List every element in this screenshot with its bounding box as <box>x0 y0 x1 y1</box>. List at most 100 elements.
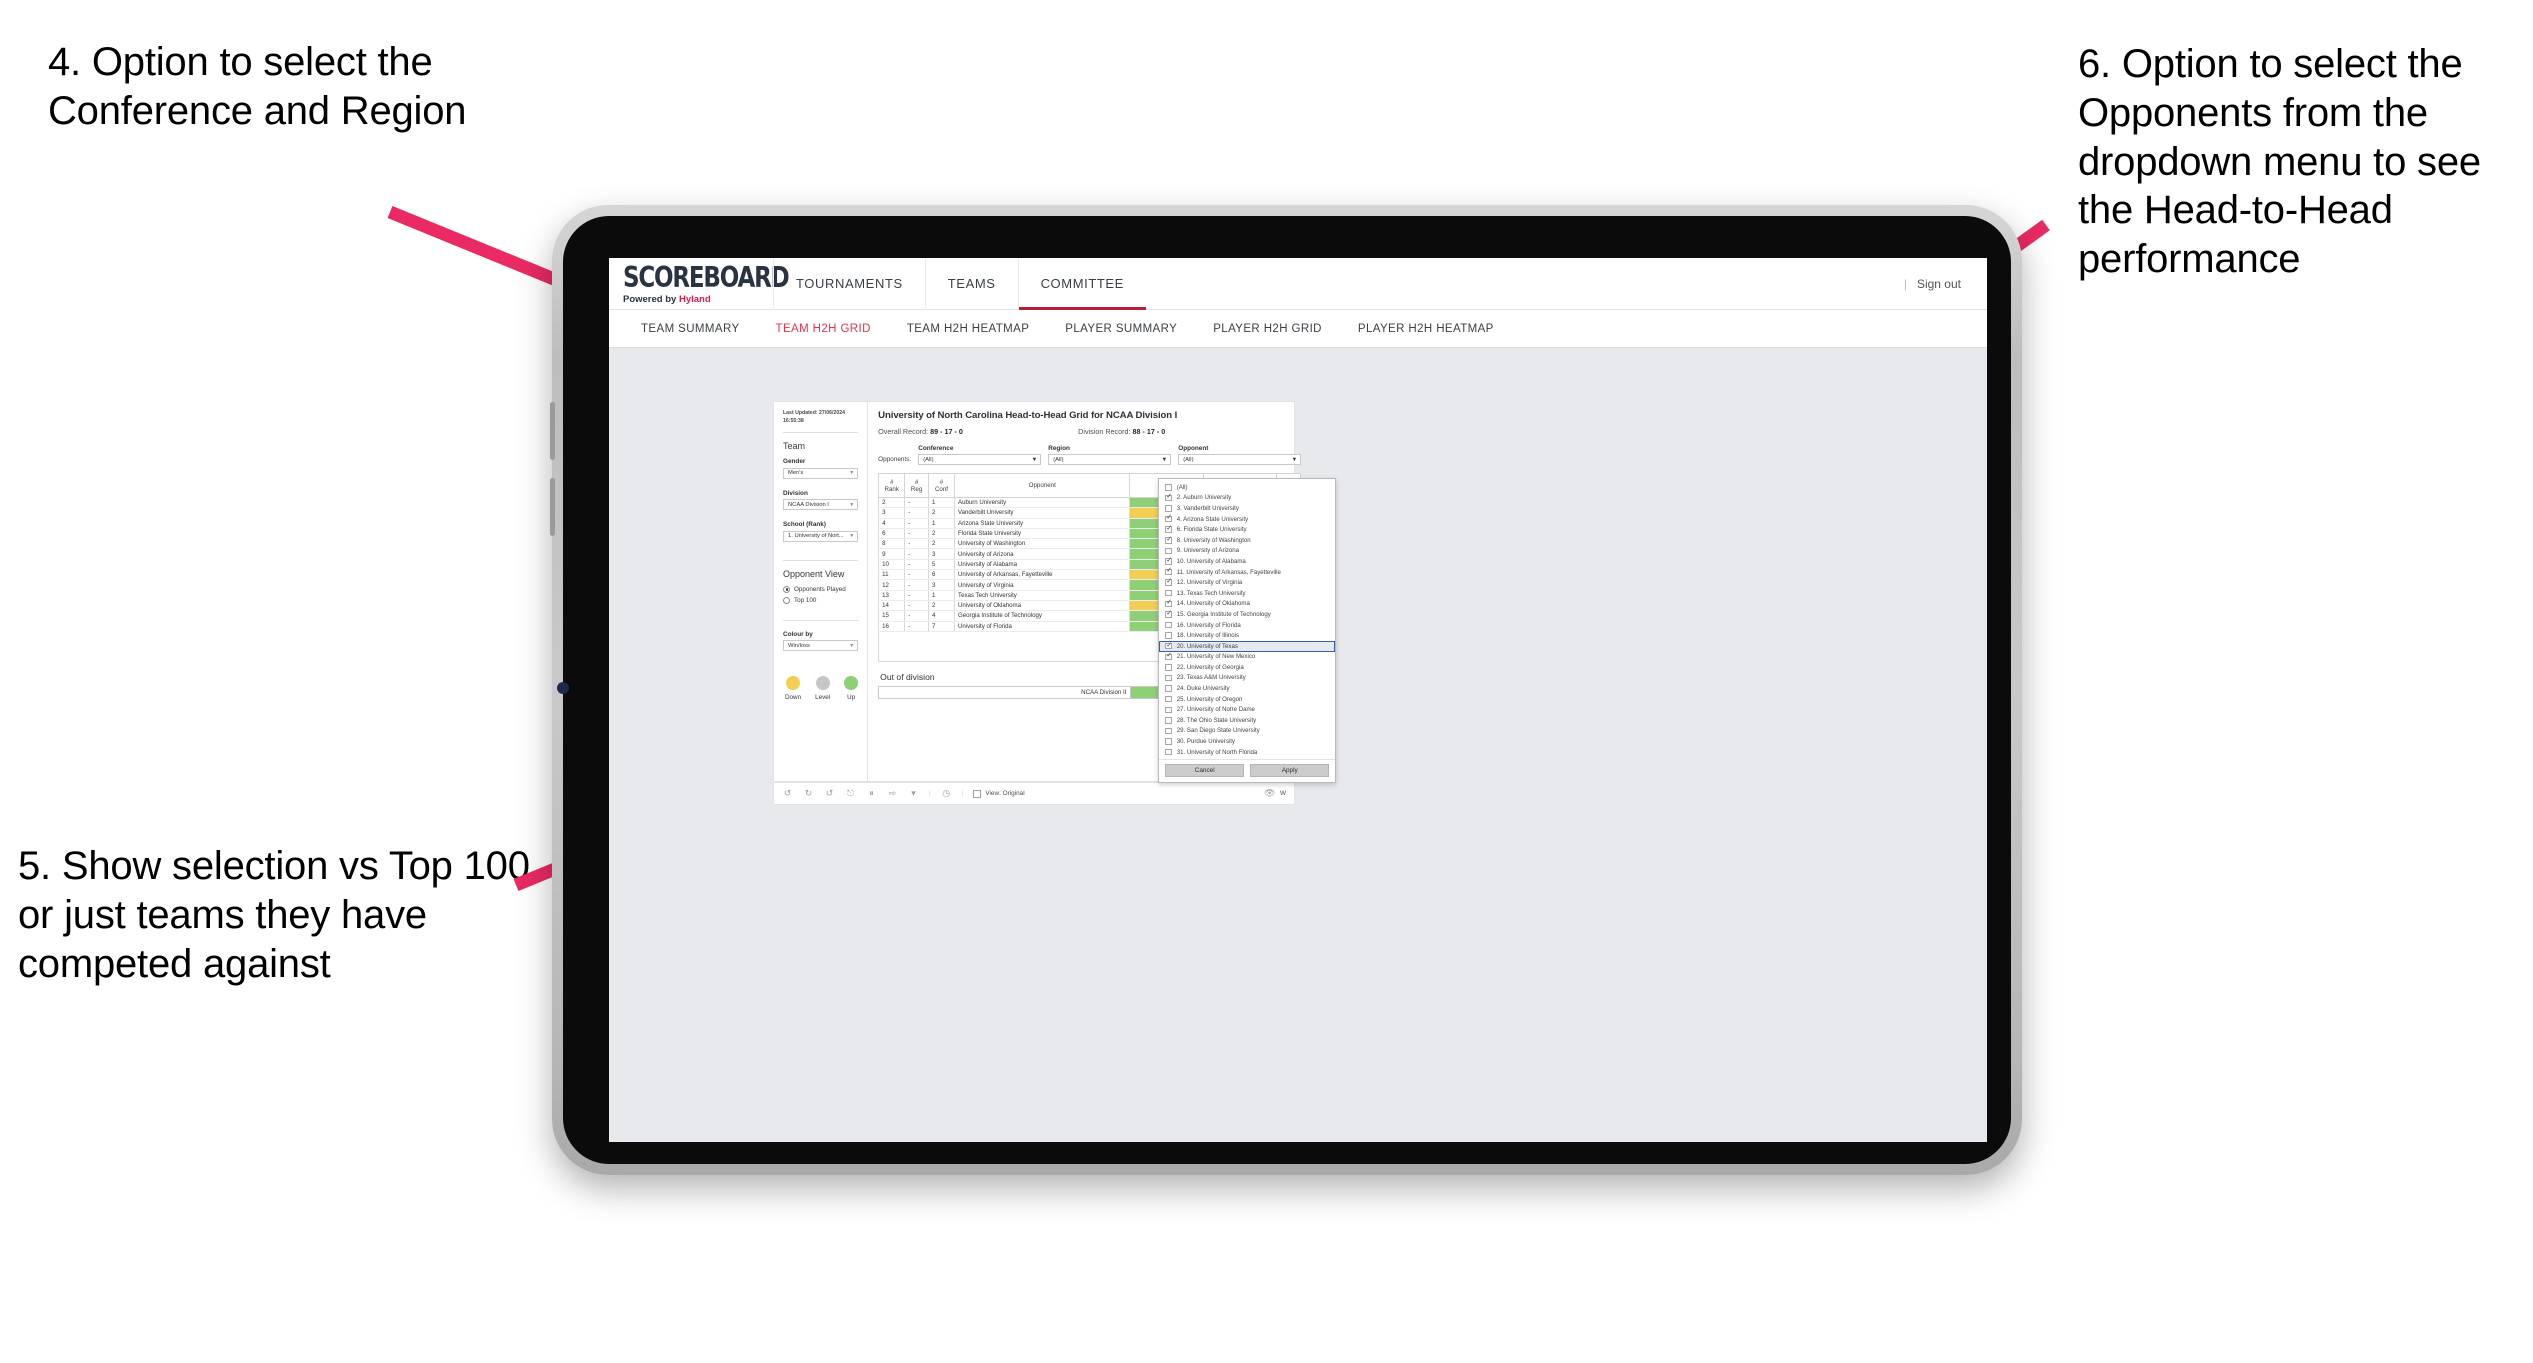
cancel-button[interactable]: Cancel <box>1165 764 1245 778</box>
checkbox-icon[interactable] <box>1165 621 1172 629</box>
radio-opponents-played[interactable]: Opponents Played <box>783 585 858 593</box>
opponent-option[interactable]: 3. Vanderbilt University <box>1159 503 1335 514</box>
opponent-option[interactable]: 12. University of Virginia <box>1159 577 1335 588</box>
checkbox-icon[interactable] <box>1165 706 1172 714</box>
checkbox-icon[interactable] <box>1165 536 1172 544</box>
col-conf[interactable]: # Conf <box>927 473 956 498</box>
subtab-team-h2h-grid[interactable]: TEAM H2H GRID <box>758 323 889 335</box>
checkbox-icon[interactable] <box>1165 695 1172 703</box>
checkbox-icon[interactable] <box>1165 578 1172 586</box>
nav-tab-committee[interactable]: COMMITTEE <box>1017 258 1147 310</box>
volume-up-button[interactable] <box>550 402 555 460</box>
volume-down-button[interactable] <box>550 478 555 536</box>
opponent-option[interactable]: 27. University of Notre Dame <box>1159 704 1335 715</box>
opponent-option[interactable]: 11. University of Arkansas, Fayetteville <box>1159 567 1335 578</box>
checkbox-icon[interactable] <box>1165 505 1172 512</box>
opponent-option[interactable]: 10. University of Alabama <box>1159 556 1335 567</box>
conf-cell: 2 <box>927 538 956 550</box>
checkbox-icon[interactable] <box>1165 738 1172 745</box>
gender-select[interactable]: Men's ▼ <box>783 467 859 479</box>
checkbox-icon[interactable] <box>1165 727 1172 735</box>
opponent-option[interactable]: 30. Purdue University <box>1159 736 1335 747</box>
checkbox-icon[interactable] <box>1165 589 1172 597</box>
pause-icon[interactable]: ⏸ <box>866 789 877 798</box>
overall-record-value: 89 - 17 - 0 <box>930 427 963 436</box>
opponent-option[interactable]: 22. University of Georgia <box>1159 662 1335 673</box>
tablet-screen: SCOREBOARD Powered by Hyland TOURNAMENTS… <box>609 258 1987 1142</box>
opponent-option[interactable]: 16. University of Florida <box>1159 620 1335 631</box>
checkbox-icon[interactable] <box>1165 547 1172 555</box>
brand-logo[interactable]: SCOREBOARD Powered by Hyland <box>623 263 790 305</box>
chevron-down-icon: ▼ <box>849 470 855 477</box>
view-original-button[interactable]: View: Original <box>973 789 1025 798</box>
opponent-option[interactable]: 23. Texas A&M University <box>1159 673 1335 684</box>
checkbox-icon[interactable] <box>1165 632 1172 639</box>
checkbox-icon[interactable] <box>1165 557 1172 565</box>
opponent-option[interactable]: (All) <box>1159 482 1335 493</box>
redo-icon[interactable]: ↻ <box>803 789 814 798</box>
checkbox-icon[interactable] <box>1165 674 1172 682</box>
checkbox-icon[interactable] <box>1165 525 1172 533</box>
checkbox-icon[interactable] <box>1165 515 1172 523</box>
undo-icon[interactable]: ↺ <box>782 789 793 798</box>
opponent-option[interactable]: 25. University of Oregon <box>1159 694 1335 705</box>
conf-cell: 2 <box>927 528 956 540</box>
opponent-select[interactable]: (All) ▼ <box>1178 454 1302 465</box>
chevron-down-icon[interactable]: ▾ <box>908 789 919 798</box>
opponent-option[interactable]: 24. Duke University <box>1159 683 1335 694</box>
checkbox-icon[interactable] <box>1165 642 1172 650</box>
opponent-option[interactable]: 4. Arizona State University <box>1159 514 1335 525</box>
opponent-option[interactable]: 2. Auburn University <box>1159 493 1335 504</box>
checkbox-icon[interactable] <box>1165 567 1172 576</box>
col-reg[interactable]: # Reg <box>904 473 929 498</box>
refresh-icon[interactable]: ⎋ <box>845 789 856 798</box>
checkbox-icon[interactable] <box>1165 484 1172 491</box>
opponent-option[interactable]: 8. University of Washington <box>1159 535 1335 546</box>
opponent-option[interactable]: 20. University of Texas <box>1159 640 1336 652</box>
checkbox-icon[interactable] <box>1165 652 1172 661</box>
subtab-team-h2h-heatmap[interactable]: TEAM H2H HEATMAP <box>889 323 1047 335</box>
colour-by-select[interactable]: Win/loss ▼ <box>783 640 859 652</box>
conf-cell: 1 <box>927 518 956 529</box>
subtab-player-h2h-grid[interactable]: PLAYER H2H GRID <box>1195 323 1340 335</box>
opponent-option[interactable]: 13. Texas Tech University <box>1159 588 1335 599</box>
opponent-option[interactable]: 28. The Ohio State University <box>1159 715 1335 726</box>
checkbox-icon[interactable] <box>1165 610 1172 618</box>
opponent-option[interactable]: 31. University of North Florida <box>1159 747 1335 758</box>
revert-icon[interactable]: ↺ <box>824 789 835 798</box>
apply-button[interactable]: Apply <box>1250 764 1330 778</box>
subtab-team-summary[interactable]: TEAM SUMMARY <box>623 323 758 335</box>
subtab-player-summary[interactable]: PLAYER SUMMARY <box>1047 323 1195 335</box>
checkbox-icon[interactable] <box>1165 717 1172 724</box>
opponent-option[interactable]: 15. Georgia Institute of Technology <box>1159 609 1335 620</box>
opponent-option[interactable]: 14. University of Oklahoma <box>1159 599 1335 610</box>
conference-select[interactable]: (All) ▼ <box>918 454 1042 465</box>
checkbox-icon[interactable] <box>1165 599 1172 608</box>
opponent-option[interactable]: 18. University of Illinois <box>1159 630 1335 641</box>
region-select[interactable]: (All) ▼ <box>1048 454 1172 465</box>
eye-icon[interactable]: 👁 <box>1264 789 1275 798</box>
opponent-option[interactable]: 21. University of New Mexico <box>1159 652 1335 663</box>
checkbox-icon[interactable] <box>1165 664 1172 671</box>
sign-out-link[interactable]: Sign out <box>1917 277 1961 291</box>
school-rank-select[interactable]: 1. University of Nort... ▼ <box>783 530 859 542</box>
opponent-option[interactable]: 29. San Diego State University <box>1159 726 1335 737</box>
checkbox-icon[interactable] <box>1165 748 1172 756</box>
radio-top-100[interactable]: Top 100 <box>783 596 858 604</box>
sub-navigation: TEAM SUMMARY TEAM H2H GRID TEAM H2H HEAT… <box>609 310 1987 348</box>
subtab-player-h2h-heatmap[interactable]: PLAYER H2H HEATMAP <box>1340 323 1512 335</box>
opponent-option[interactable]: 6. Florida State University <box>1159 524 1335 535</box>
conf-cell: 1 <box>927 590 956 601</box>
clock-icon[interactable]: ◷ <box>941 789 952 798</box>
checkbox-icon[interactable] <box>1165 685 1172 692</box>
checkbox-icon[interactable] <box>1165 493 1172 502</box>
nav-tab-tournaments[interactable]: TOURNAMENTS <box>773 258 925 310</box>
opponent-option[interactable]: 9. University of Arizona <box>1159 546 1335 557</box>
opponent-dropdown-panel[interactable]: (All) 2. Auburn University 3. Vanderbilt U… <box>1158 478 1337 784</box>
col-opponent[interactable]: Opponent <box>954 473 1131 498</box>
col-rank[interactable]: # Rank <box>878 473 906 498</box>
nav-tab-teams[interactable]: TEAMS <box>924 258 1018 310</box>
division-select[interactable]: NCAA Division I ▼ <box>783 499 859 511</box>
share-icon[interactable]: ⇨ <box>887 789 898 798</box>
opponent-dropdown-list[interactable]: (All) 2. Auburn University 3. Vanderbilt U… <box>1159 479 1336 759</box>
